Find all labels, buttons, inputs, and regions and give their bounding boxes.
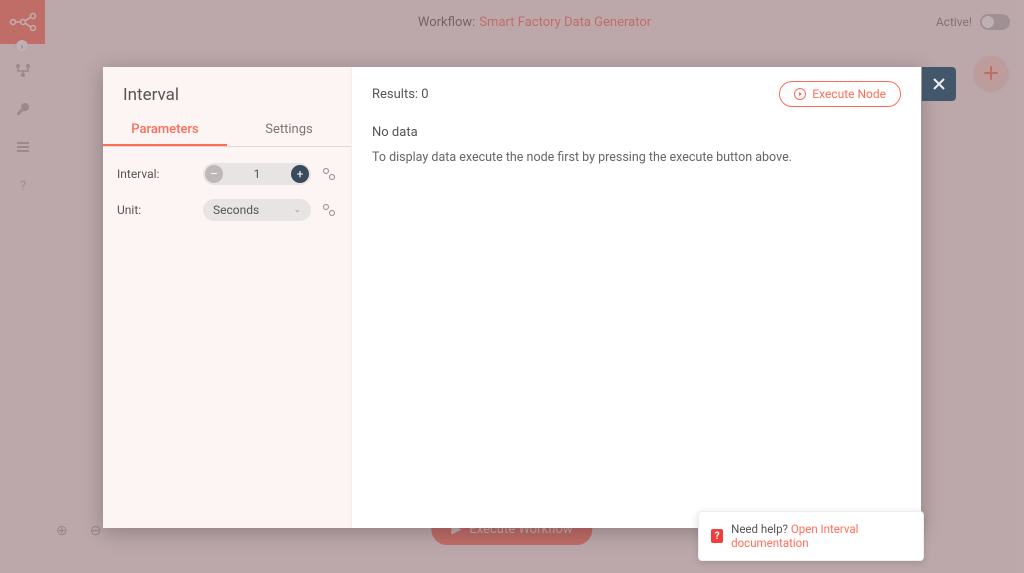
tab-settings[interactable]: Settings [227,115,351,146]
play-circle-icon [794,88,806,100]
modal-sidebar: Interval Parameters Settings Interval: –… [103,67,352,528]
interval-label: Interval: [117,167,197,181]
modal-results-panel: Results: 0 Execute Node No data To displ… [352,67,921,528]
help-text: Need help? [731,522,788,536]
execute-node-label: Execute Node [812,87,886,101]
gear-icon [322,203,336,217]
execute-node-button[interactable]: Execute Node [779,81,901,107]
tab-parameters[interactable]: Parameters [103,115,227,146]
unit-select[interactable]: Seconds ⌄ [203,199,311,221]
nodata-title: No data [372,125,901,140]
help-badge-icon: ? [711,529,723,543]
node-editor-modal: Interval Parameters Settings Interval: –… [103,67,921,528]
gear-icon [322,167,336,181]
interval-row: Interval: – 1 + [117,163,337,185]
decrement-button[interactable]: – [205,165,223,183]
close-modal-button[interactable] [922,67,956,101]
interval-stepper[interactable]: – 1 + [203,163,311,185]
interval-options-icon[interactable] [321,166,337,182]
nodata-description: To display data execute the node first b… [372,150,901,165]
chevron-down-icon: ⌄ [293,205,301,215]
unit-options-icon[interactable] [321,202,337,218]
close-icon [932,77,946,91]
unit-row: Unit: Seconds ⌄ [117,199,337,221]
unit-selected: Seconds [213,203,259,217]
interval-value[interactable]: 1 [225,167,289,181]
unit-label: Unit: [117,203,197,217]
parameters-form: Interval: – 1 + Unit: Seconds ⌄ [103,147,351,237]
increment-button[interactable]: + [291,165,309,183]
results-count: Results: 0 [372,87,429,102]
modal-tabs: Parameters Settings [103,115,351,147]
help-toast: ? Need help? Open Interval documentation [698,511,924,561]
node-title: Interval [103,67,351,115]
